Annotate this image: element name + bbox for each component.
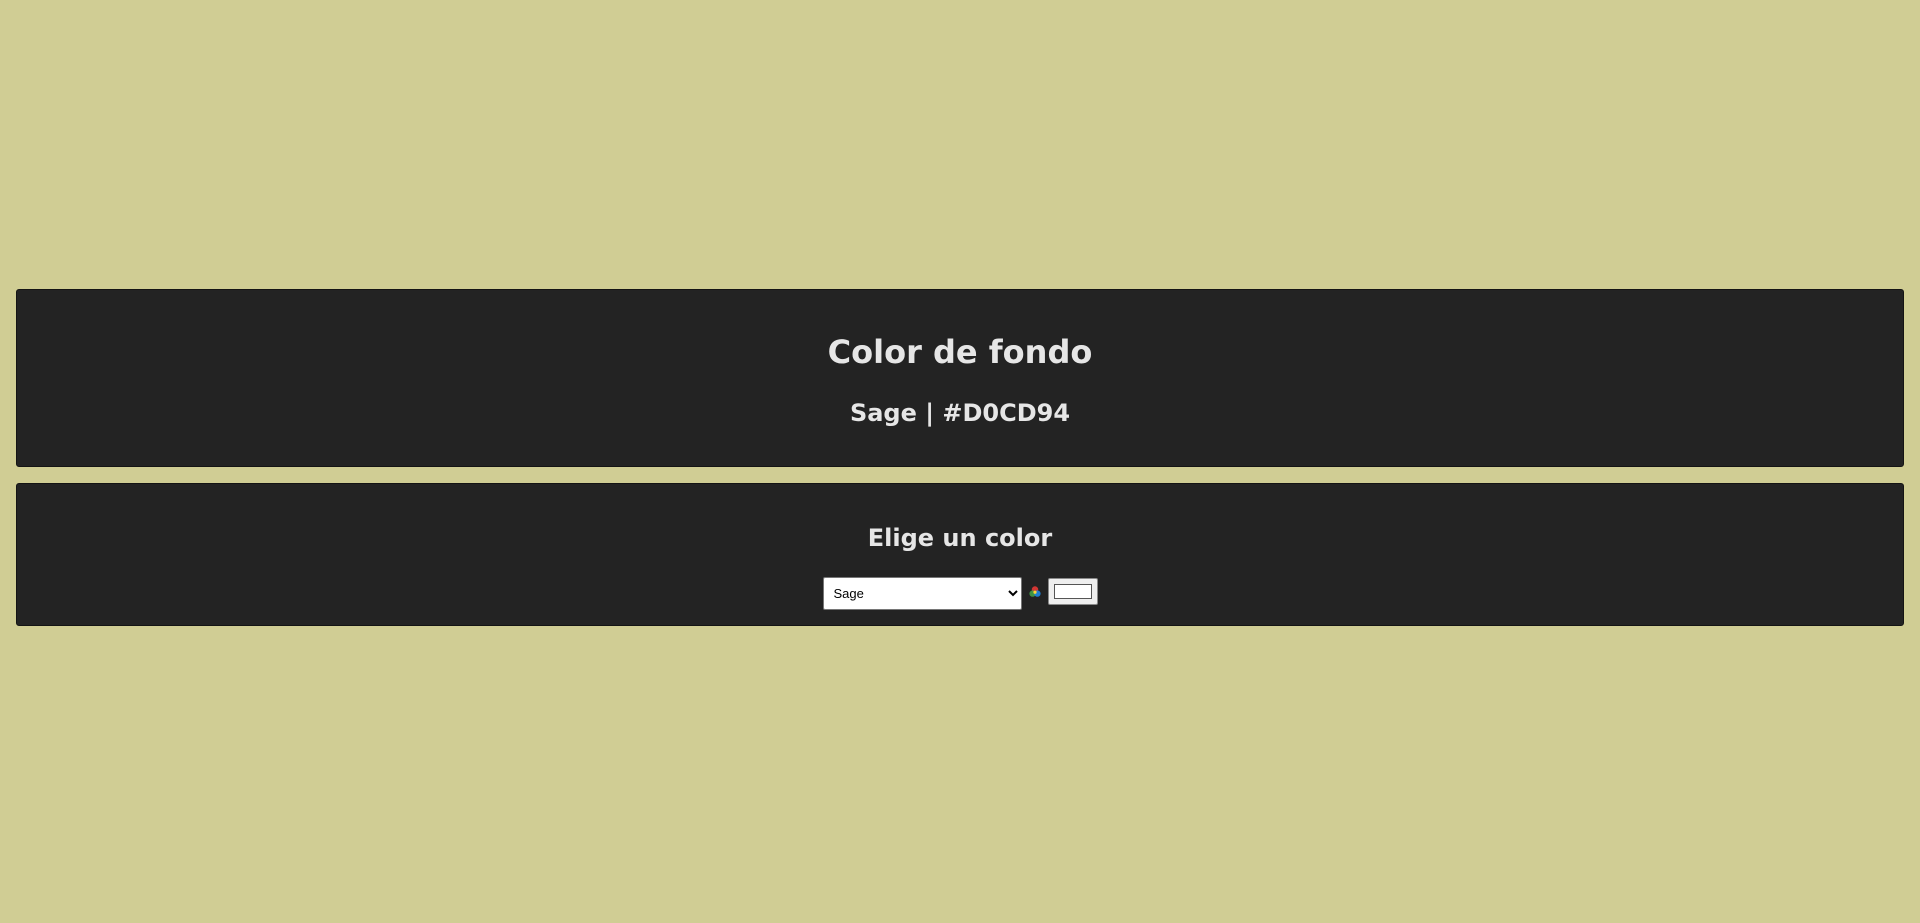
color-picker-panel: Elige un color Sage xyxy=(16,483,1904,626)
picker-controls: Sage xyxy=(17,576,1903,610)
swatch-preview xyxy=(1053,583,1092,599)
current-color-label: Sage | #D0CD94 xyxy=(849,399,1071,427)
page-title: Color de fondo xyxy=(827,333,1093,371)
color-input-swatch[interactable] xyxy=(1047,577,1098,605)
color-select[interactable]: Sage xyxy=(822,576,1022,610)
color-wheel-icon xyxy=(1028,584,1042,598)
background-info-panel: Color de fondo Sage | #D0CD94 xyxy=(16,289,1904,467)
picker-title: Elige un color xyxy=(867,524,1053,552)
